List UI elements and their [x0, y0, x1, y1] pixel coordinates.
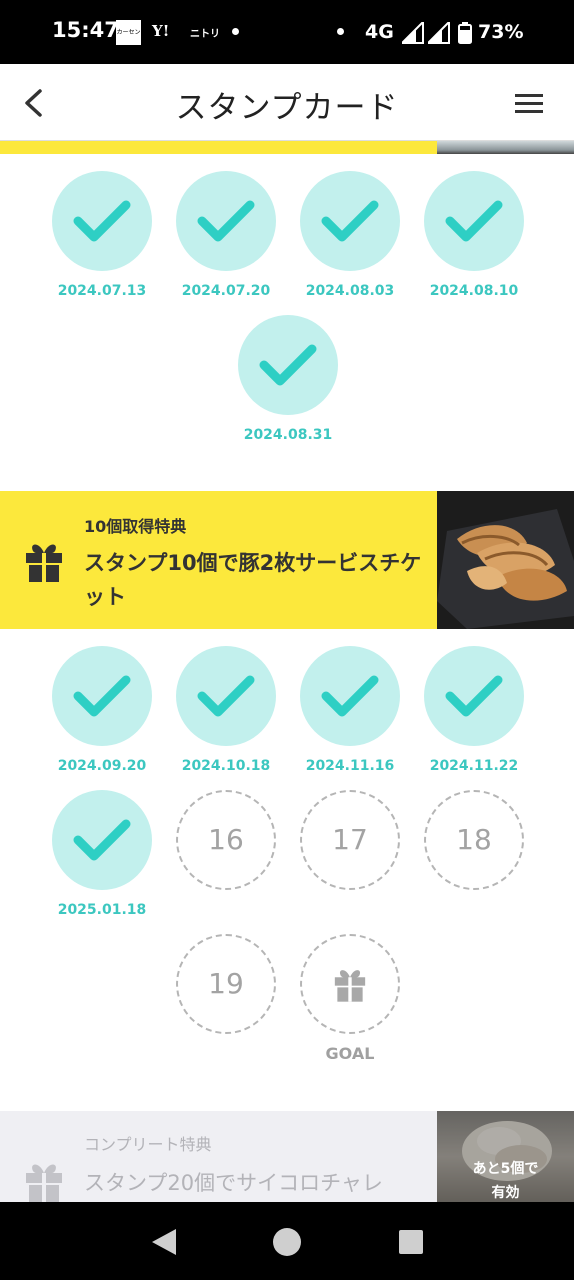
home-nav-icon[interactable] — [272, 1227, 302, 1257]
status-bar: 15:47 カーセンサー Y! ニトリ 4G 73% — [0, 0, 574, 64]
back-nav-icon[interactable] — [150, 1227, 178, 1257]
stamp-filled — [52, 790, 152, 890]
stamp-filled — [52, 171, 152, 271]
reward-food-image — [437, 491, 574, 629]
check-icon — [321, 675, 379, 717]
empty-stamp-slot: 19 — [176, 934, 276, 1034]
check-icon — [197, 200, 255, 242]
signal-icon — [428, 22, 450, 44]
previous-reward-image — [437, 141, 574, 154]
check-icon — [445, 675, 503, 717]
battery-percent: 73% — [478, 21, 524, 43]
notification-dot-icon — [232, 28, 239, 35]
check-icon — [73, 200, 131, 242]
stamp-filled — [238, 315, 338, 415]
stamp-date: 2024.08.31 — [243, 427, 333, 443]
goal-label: GOAL — [325, 1044, 375, 1063]
recents-nav-icon[interactable] — [398, 1229, 424, 1255]
page-title: スタンプカード — [175, 90, 399, 126]
complete-reward-image: あと5個で 有効 — [437, 1111, 574, 1202]
check-icon — [259, 344, 317, 386]
stamp-date: 2024.11.22 — [429, 758, 519, 774]
stamp-filled — [424, 646, 524, 746]
remaining-line-2: 有効 — [491, 1185, 520, 1201]
notification-dot-icon — [337, 28, 344, 35]
stamp-date: 2024.09.20 — [57, 758, 147, 774]
check-icon — [73, 675, 131, 717]
navigation-bar — [0, 1202, 574, 1280]
check-icon — [321, 200, 379, 242]
stamp-date: 2024.07.20 — [181, 283, 271, 299]
network-type: 4G — [365, 21, 394, 43]
empty-stamp-slot: 18 — [424, 790, 524, 890]
complete-subtitle: コンプリート特典 — [84, 1135, 212, 1154]
stamp-filled — [300, 646, 400, 746]
nitori-app-icon: ニトリ — [190, 29, 220, 40]
stamp-filled — [176, 171, 276, 271]
app-header: スタンプカード — [0, 64, 574, 141]
status-time: 15:47 — [52, 18, 119, 42]
stamp-filled — [52, 646, 152, 746]
gift-icon — [26, 1164, 62, 1202]
stamp-date: 2024.11.16 — [305, 758, 395, 774]
stamp-date: 2024.08.03 — [305, 283, 395, 299]
stamp-filled — [176, 646, 276, 746]
stamp-date: 2024.10.18 — [181, 758, 271, 774]
complete-reward-banner[interactable]: コンプリート特典 スタンプ20個でサイコロチャレ あと5個で 有効 — [0, 1111, 574, 1202]
remaining-count: あと5個で 有効 — [437, 1157, 574, 1202]
gift-icon — [26, 544, 62, 582]
stamp-filled — [424, 171, 524, 271]
empty-stamp-slot: 16 — [176, 790, 276, 890]
carsensor-app-icon: カーセンサー — [116, 20, 141, 45]
remaining-line-1: あと5個で — [472, 1161, 539, 1177]
yahoo-app-icon: Y! — [152, 22, 170, 40]
gift-icon — [334, 970, 366, 1002]
stamp-filled — [300, 171, 400, 271]
previous-reward-banner — [0, 141, 437, 154]
signal-icon — [402, 22, 424, 44]
hamburger-menu-icon[interactable] — [514, 92, 544, 116]
reward-subtitle: 10個取得特典 — [84, 517, 187, 536]
complete-title: スタンプ20個でサイコロチャレ — [84, 1171, 383, 1195]
check-icon — [197, 675, 255, 717]
goal-stamp-slot — [300, 934, 400, 1034]
check-icon — [73, 819, 131, 861]
stamp-date: 2025.01.18 — [57, 902, 147, 918]
reward-banner[interactable]: 10個取得特典 スタンプ10個で豚2枚サービスチケット — [0, 491, 574, 629]
check-icon — [445, 200, 503, 242]
stamp-date: 2024.08.10 — [429, 283, 519, 299]
stamp-date: 2024.07.13 — [57, 283, 147, 299]
reward-title: スタンプ10個で豚2枚サービスチケット — [84, 551, 422, 609]
battery-icon — [458, 22, 472, 44]
empty-stamp-slot: 17 — [300, 790, 400, 890]
